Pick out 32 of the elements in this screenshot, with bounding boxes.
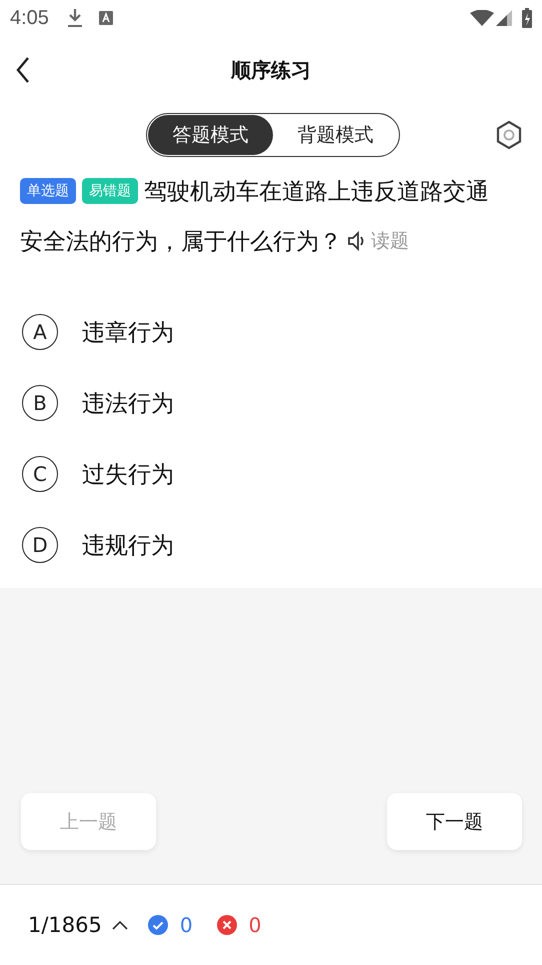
mode-tab[interactable]: 背题模式 <box>273 115 398 155</box>
status-time: 4:05 <box>10 6 49 30</box>
settings-icon <box>495 120 523 150</box>
question-tag: 易错题 <box>82 178 138 204</box>
settings-button[interactable] <box>494 120 524 150</box>
caret-up-icon <box>112 920 128 930</box>
wrong-icon <box>216 915 237 935</box>
page-title: 顺序练习 <box>230 56 312 84</box>
download-icon <box>66 8 83 28</box>
option-letter[interactable]: D <box>22 527 58 563</box>
progress-count: 1/1865 <box>28 913 102 937</box>
signal-icon <box>496 10 512 26</box>
option-text[interactable]: 过失行为 <box>82 458 174 490</box>
option-text[interactable]: 违规行为 <box>82 530 174 560</box>
battery-icon <box>522 8 532 28</box>
wifi-icon <box>470 10 494 26</box>
mode-tab[interactable]: 答题模式 <box>148 115 273 155</box>
option-letter[interactable]: C <box>22 456 58 492</box>
font-app-icon <box>98 11 113 25</box>
option-letter[interactable]: B <box>22 385 58 421</box>
expand-button[interactable] <box>112 920 128 930</box>
question-text: 驾驶机动车在道路上违反道路交通 <box>144 178 489 206</box>
correct-count: 0 <box>180 913 193 937</box>
wrong-count: 0 <box>248 913 262 937</box>
correct-icon <box>148 915 168 935</box>
back-icon <box>16 57 30 83</box>
question-tag: 单选题 <box>20 178 76 204</box>
option-text[interactable]: 违章行为 <box>82 316 174 348</box>
next-button[interactable]: 下一题 <box>387 793 522 850</box>
question-text: 安全法的行为，属于什么行为？ <box>20 228 342 256</box>
option-text[interactable]: 违法行为 <box>82 388 174 418</box>
option-letter[interactable]: A <box>22 314 58 350</box>
